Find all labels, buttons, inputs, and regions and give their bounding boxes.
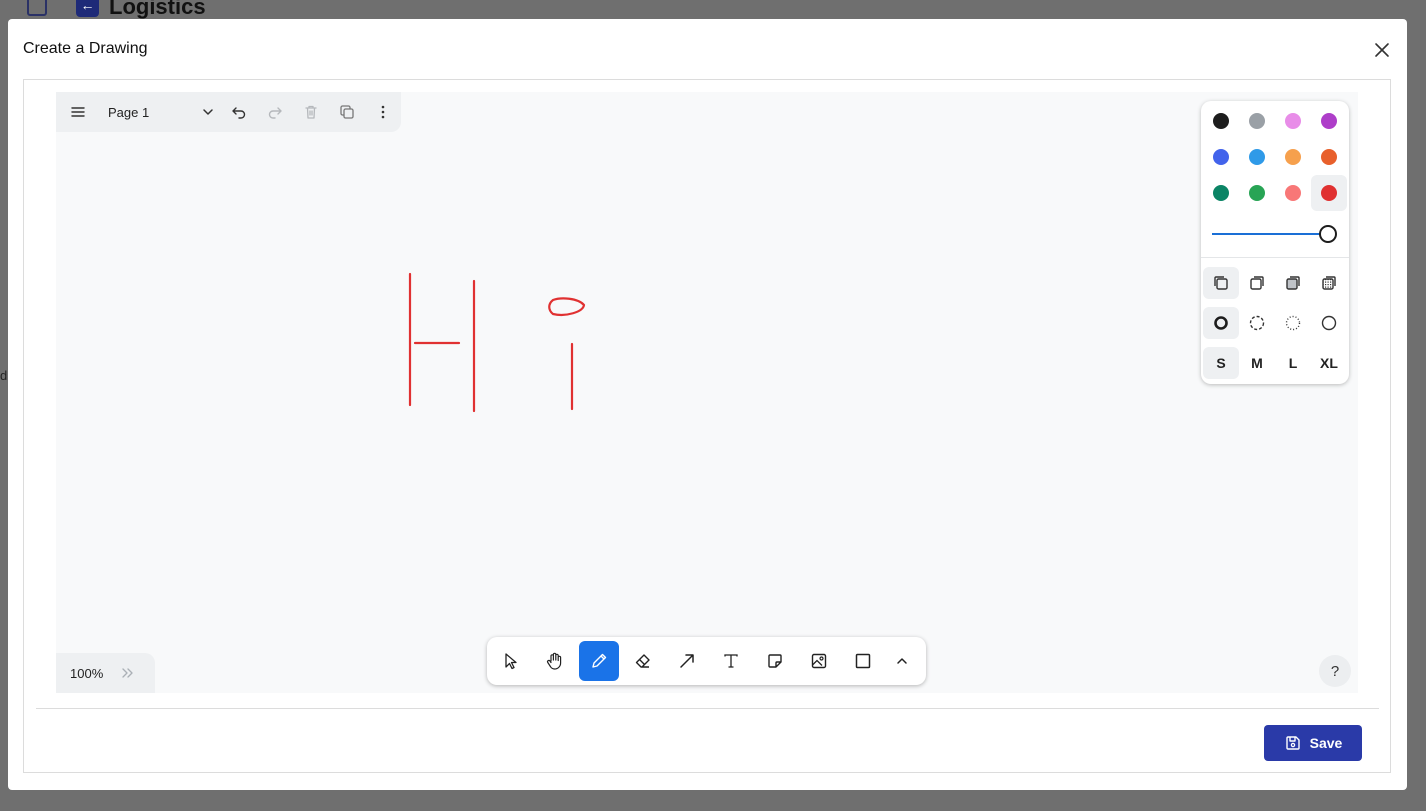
color-dot — [1249, 113, 1265, 129]
color-swatch-black[interactable] — [1203, 103, 1239, 139]
slider-thumb[interactable] — [1319, 225, 1337, 243]
color-dot — [1213, 185, 1229, 201]
footer-divider — [36, 708, 1379, 709]
text-tool-icon[interactable] — [711, 641, 751, 681]
fill-pattern-icon[interactable] — [1311, 267, 1347, 299]
color-grid — [1203, 103, 1347, 211]
menu-icon[interactable] — [60, 94, 96, 130]
fill-semi-icon[interactable] — [1239, 267, 1275, 299]
panel-divider — [1201, 257, 1349, 258]
more-vertical-icon[interactable] — [365, 94, 401, 130]
color-swatch-orange[interactable] — [1311, 139, 1347, 175]
undo-icon[interactable] — [221, 94, 257, 130]
chevron-down-icon — [203, 109, 213, 115]
hand-tool-icon[interactable] — [535, 641, 575, 681]
dash-draw-icon[interactable] — [1203, 307, 1239, 339]
create-drawing-modal: Create a Drawing Page 1 S M L XL 100% ? … — [8, 19, 1407, 790]
modal-body: Page 1 S M L XL 100% ? Save — [23, 79, 1391, 773]
dash-options — [1203, 307, 1347, 339]
page-name: Page 1 — [108, 104, 150, 120]
background-header: ← Logistics — [0, 0, 1426, 19]
color-dot — [1285, 113, 1301, 129]
color-dot — [1285, 149, 1301, 165]
note-tool-icon[interactable] — [755, 641, 795, 681]
dash-dotted-icon[interactable] — [1275, 307, 1311, 339]
trash-icon[interactable] — [293, 94, 329, 130]
double-chevron-right-icon[interactable] — [120, 666, 136, 680]
color-swatch-light-blue[interactable] — [1239, 139, 1275, 175]
draw-tool-icon[interactable] — [579, 641, 619, 681]
help-button[interactable]: ? — [1319, 655, 1351, 687]
size-option-s[interactable]: S — [1203, 347, 1239, 379]
drawing-canvas[interactable]: Page 1 S M L XL 100% ? — [56, 92, 1358, 693]
top-toolbar: Page 1 — [56, 92, 401, 132]
page-select[interactable]: Page 1 — [96, 94, 221, 130]
color-swatch-grey[interactable] — [1239, 103, 1275, 139]
sidebar-toggle-icon[interactable] — [27, 0, 47, 16]
color-swatch-light-violet[interactable] — [1275, 103, 1311, 139]
zoom-control: 100% — [56, 653, 155, 693]
chevron-up-icon[interactable] — [887, 641, 917, 681]
color-dot — [1213, 113, 1229, 129]
size-option-xl[interactable]: XL — [1311, 347, 1347, 379]
color-swatch-yellow[interactable] — [1275, 139, 1311, 175]
arrow-tool-icon[interactable] — [667, 641, 707, 681]
save-icon — [1285, 736, 1300, 750]
color-dot — [1321, 185, 1337, 201]
color-swatch-light-green[interactable] — [1239, 175, 1275, 211]
color-dot — [1321, 149, 1337, 165]
color-swatch-red[interactable] — [1311, 175, 1347, 211]
image-tool-icon[interactable] — [799, 641, 839, 681]
fill-none-icon[interactable] — [1203, 267, 1239, 299]
color-swatch-blue[interactable] — [1203, 139, 1239, 175]
fill-options — [1203, 267, 1347, 299]
color-dot — [1249, 185, 1265, 201]
color-dot — [1285, 185, 1301, 201]
opacity-slider[interactable] — [1212, 225, 1338, 243]
fill-solid-icon[interactable] — [1275, 267, 1311, 299]
background-side-text: d — [0, 368, 8, 383]
dash-dashed-icon[interactable] — [1239, 307, 1275, 339]
back-arrow-icon[interactable]: ← — [76, 0, 99, 17]
background-page-title: Logistics — [109, 0, 206, 19]
color-swatch-green[interactable] — [1203, 175, 1239, 211]
size-option-l[interactable]: L — [1275, 347, 1311, 379]
redo-icon[interactable] — [257, 94, 293, 130]
duplicate-icon[interactable] — [329, 94, 365, 130]
color-dot — [1213, 149, 1229, 165]
dash-solid-icon[interactable] — [1311, 307, 1347, 339]
save-label: Save — [1309, 735, 1343, 751]
color-swatch-light-red[interactable] — [1275, 175, 1311, 211]
size-option-m[interactable]: M — [1239, 347, 1275, 379]
save-button[interactable]: Save — [1264, 725, 1362, 761]
color-dot — [1321, 113, 1337, 129]
modal-title: Create a Drawing — [23, 40, 148, 57]
slider-track — [1212, 233, 1320, 235]
rectangle-tool-icon[interactable] — [843, 641, 883, 681]
color-dot — [1249, 149, 1265, 165]
color-swatch-violet[interactable] — [1311, 103, 1347, 139]
style-panel: S M L XL — [1201, 101, 1349, 384]
zoom-level[interactable]: 100% — [70, 666, 120, 681]
drawing-strokes — [408, 272, 586, 413]
size-options: S M L XL — [1203, 347, 1347, 379]
close-icon[interactable] — [1371, 39, 1393, 61]
bottom-toolbar — [487, 637, 926, 685]
eraser-tool-icon[interactable] — [623, 641, 663, 681]
select-tool-icon[interactable] — [491, 641, 531, 681]
stroke-i-dot — [548, 297, 586, 316]
